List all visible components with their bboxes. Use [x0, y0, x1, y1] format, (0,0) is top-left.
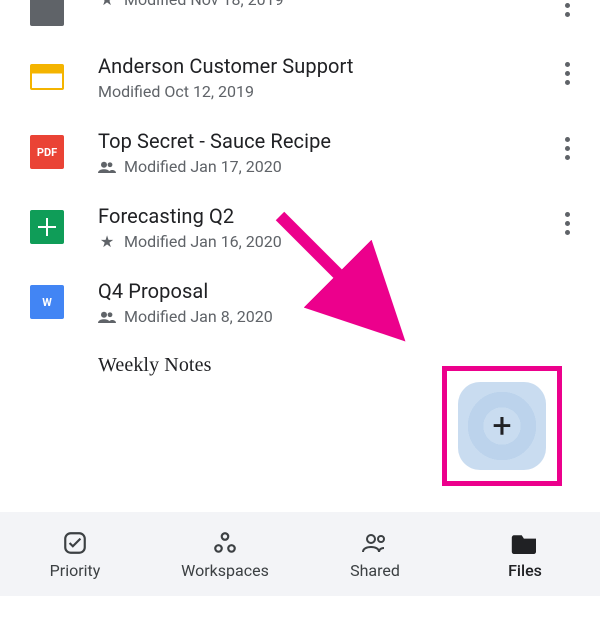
annotation-arrow-icon	[260, 196, 430, 366]
shared-icon	[98, 160, 116, 174]
nav-label: Files	[508, 561, 542, 580]
more-options-button[interactable]	[552, 129, 582, 160]
nav-label: Shared	[350, 561, 400, 580]
list-item[interactable]: ★ Modified Nov 18, 2019	[0, 0, 600, 40]
bottom-nav: Priority Workspaces Shared Files	[0, 512, 600, 596]
shared-icon	[98, 310, 116, 324]
file-modified: Modified Jan 17, 2020	[124, 157, 282, 176]
nav-files[interactable]: Files	[450, 512, 600, 596]
file-title: Anderson Customer Support	[98, 54, 552, 78]
list-item[interactable]: PDF Top Secret - Sauce Recipe Modified J…	[0, 115, 600, 190]
file-modified: Modified Oct 12, 2019	[98, 82, 254, 101]
more-options-button[interactable]	[552, 54, 582, 85]
shared-icon	[361, 529, 389, 557]
sheets-icon	[30, 210, 64, 244]
more-options-button[interactable]	[552, 204, 582, 235]
annotation-highlight-box: +	[442, 366, 562, 486]
app-viewport: ★ Modified Nov 18, 2019 Anderson Custome…	[0, 0, 600, 596]
file-meta: Modified Jan 17, 2020	[98, 157, 552, 176]
nav-label: Workspaces	[181, 561, 269, 580]
star-icon: ★	[98, 232, 116, 251]
nav-shared[interactable]: Shared	[300, 512, 450, 596]
workspaces-icon	[212, 529, 238, 557]
star-icon: ★	[98, 0, 116, 9]
file-type-icon	[30, 360, 64, 394]
pdf-icon: PDF	[30, 135, 64, 169]
priority-icon	[62, 529, 88, 557]
nav-label: Priority	[50, 561, 101, 580]
file-info: Top Secret - Sauce Recipe Modified Jan 1…	[64, 129, 552, 176]
file-meta: ★ Modified Nov 18, 2019	[98, 0, 552, 9]
file-type-icon	[30, 0, 64, 26]
nav-workspaces[interactable]: Workspaces	[150, 512, 300, 596]
folder-icon	[511, 529, 539, 557]
file-modified: Modified Jan 8, 2020	[124, 307, 273, 326]
list-item[interactable]: Anderson Customer Support Modified Oct 1…	[0, 40, 600, 115]
word-icon: W	[30, 285, 64, 319]
file-info: Anderson Customer Support Modified Oct 1…	[64, 54, 552, 101]
file-title: Top Secret - Sauce Recipe	[98, 129, 552, 153]
plus-icon: +	[492, 406, 511, 446]
file-modified: Modified Jan 16, 2020	[124, 232, 282, 251]
slides-icon	[30, 60, 64, 94]
file-info: ★ Modified Nov 18, 2019	[64, 0, 552, 9]
file-meta: Modified Oct 12, 2019	[98, 82, 552, 101]
file-modified: Modified Nov 18, 2019	[124, 0, 284, 9]
create-new-button[interactable]: +	[458, 382, 546, 470]
nav-priority[interactable]: Priority	[0, 512, 150, 596]
more-options-button[interactable]	[552, 0, 582, 17]
